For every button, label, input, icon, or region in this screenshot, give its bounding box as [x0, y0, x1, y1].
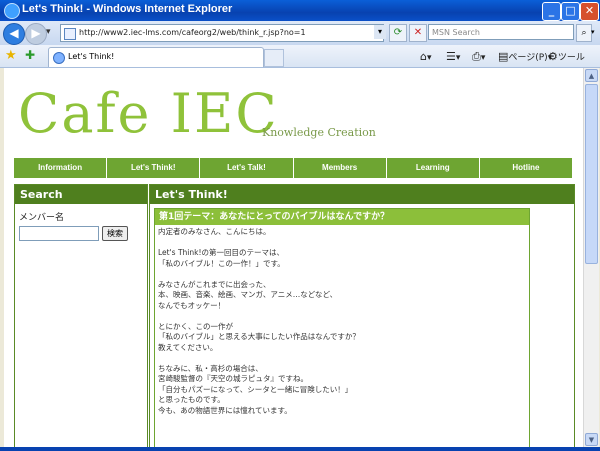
body-line: とにかく、この一作が: [158, 321, 233, 331]
search-icon[interactable]: ⌕: [576, 24, 592, 42]
nav-members[interactable]: Members: [294, 158, 387, 178]
body-line: 「自分もパズーになって、シータと一緒に冒険したい！」: [158, 384, 353, 394]
ie-logo-icon: [4, 3, 20, 19]
favorites-star-icon[interactable]: ★: [5, 48, 17, 63]
add-favorite-icon[interactable]: ✚: [25, 48, 35, 62]
site-tagline: Knowledge Creation: [262, 126, 376, 139]
body-line: 本、映画、音楽、絵画、マンガ、アニメ…などなど、: [158, 290, 338, 299]
body-line: と思ったものです。: [158, 395, 225, 404]
scroll-down-icon[interactable]: ▼: [585, 433, 598, 446]
refresh-icon[interactable]: ⟳: [389, 24, 407, 42]
maximize-button[interactable]: □: [561, 2, 580, 21]
tab-page-icon: [53, 52, 65, 64]
nav-information[interactable]: Information: [14, 158, 108, 178]
url-text: http://www2.iec-lms.com/cafeorg2/web/thi…: [79, 28, 306, 37]
sidebar-title: Search: [15, 185, 147, 204]
body-line: 今も、あの物語世界には憧れています。: [158, 405, 292, 415]
topic-title: 第1回テーマ：あなたにとってのバイブルはなんですか？: [155, 209, 529, 225]
global-nav: Information Let's Think! Let's Talk! Mem…: [14, 158, 572, 178]
body-line: 宮崎駿監督の『天空の城ラピュタ』ですね。: [158, 374, 308, 383]
window-bottom-border: [0, 447, 600, 451]
gear-icon: ⚙: [548, 50, 558, 63]
nav-lets-think[interactable]: Let's Think!: [107, 158, 201, 178]
home-icon[interactable]: ⌂▾: [420, 49, 432, 65]
window-title: Let's Think! - Windows Internet Explorer: [22, 3, 233, 15]
feeds-icon[interactable]: ☰▾: [446, 49, 460, 65]
search-sidebar: Search メンバー名 検索: [14, 184, 148, 447]
new-tab-button[interactable]: [264, 49, 284, 67]
body-line: 「私のバイブル」と思える大事にしたい作品はなんですか？: [158, 332, 360, 341]
body-line: Let's Think!の第一回目のテーマは、: [158, 248, 284, 257]
tab-label: Let's Think!: [68, 52, 115, 61]
body-line: 教えてください。: [158, 342, 218, 352]
main-title: Let's Think!: [150, 185, 574, 204]
address-input[interactable]: http://www2.iec-lms.com/cafeorg2/web/thi…: [60, 24, 384, 42]
title-bar: Let's Think! - Windows Internet Explorer…: [0, 0, 600, 21]
topic-box: 第1回テーマ：あなたにとってのバイブルはなんですか？ 内定者のみなさん、こんにち…: [154, 208, 530, 447]
member-name-input[interactable]: [19, 226, 99, 241]
body-line: 「私のバイブル！この一作！」です。: [158, 258, 285, 268]
tools-menu[interactable]: ⚙ツール(O)▾: [548, 49, 600, 79]
page-menu-label: ページ(P): [508, 53, 548, 63]
vertical-scrollbar[interactable]: ▲ ▼: [583, 68, 599, 447]
address-bar-row: ◀ ▶ ▾ http://www2.iec-lms.com/cafeorg2/w…: [0, 21, 600, 46]
main-panel: Let's Think! 第1回テーマ：あなたにとってのバイブルはなんですか？ …: [149, 184, 575, 447]
stop-icon[interactable]: ✕: [409, 24, 427, 42]
page-icon: [64, 28, 76, 40]
forward-button[interactable]: ▶: [25, 23, 47, 45]
page-menu-icon: ▤: [498, 50, 509, 63]
nav-learning[interactable]: Learning: [387, 158, 480, 178]
body-line: 内定者のみなさん、こんにちは。: [158, 227, 271, 236]
body-line: ちなみに、私・高杉の場合は、: [158, 363, 263, 373]
back-button[interactable]: ◀: [3, 23, 25, 45]
body-line: なんでもオッケー！: [158, 300, 226, 310]
site-logo[interactable]: Cafe IEC: [18, 82, 279, 145]
tab-row: ★ ✚ Let's Think! ⌂▾ ☰▾ ⎙▾ ▤ページ(P)▾ ⚙ツール(…: [0, 45, 600, 79]
body-line: みなさんがこれまでに出会った、: [158, 279, 271, 289]
nav-hotline[interactable]: Hotline: [480, 158, 572, 178]
scroll-thumb[interactable]: [585, 84, 598, 264]
page-viewport: Cafe IEC Knowledge Creation Information …: [4, 68, 583, 447]
member-name-label: メンバー名: [19, 213, 65, 223]
nav-lets-talk[interactable]: Let's Talk!: [200, 158, 294, 178]
search-button[interactable]: 検索: [102, 226, 128, 241]
print-icon[interactable]: ⎙▾: [472, 49, 485, 65]
address-dropdown-icon[interactable]: ▾: [374, 25, 386, 39]
topic-body: 内定者のみなさん、こんにちは。 Let's Think!の第一回目のテーマは、 …: [155, 225, 529, 418]
search-options-icon[interactable]: ▾: [591, 28, 595, 36]
close-button[interactable]: ✕: [580, 2, 599, 21]
minimize-button[interactable]: _: [542, 2, 561, 21]
tab-lets-think[interactable]: Let's Think!: [48, 47, 264, 67]
history-dropdown-icon[interactable]: ▾: [46, 27, 51, 37]
scroll-up-icon[interactable]: ▲: [585, 69, 598, 82]
search-input[interactable]: MSN Search: [428, 24, 574, 40]
page-menu[interactable]: ▤ページ(P)▾: [498, 49, 552, 65]
